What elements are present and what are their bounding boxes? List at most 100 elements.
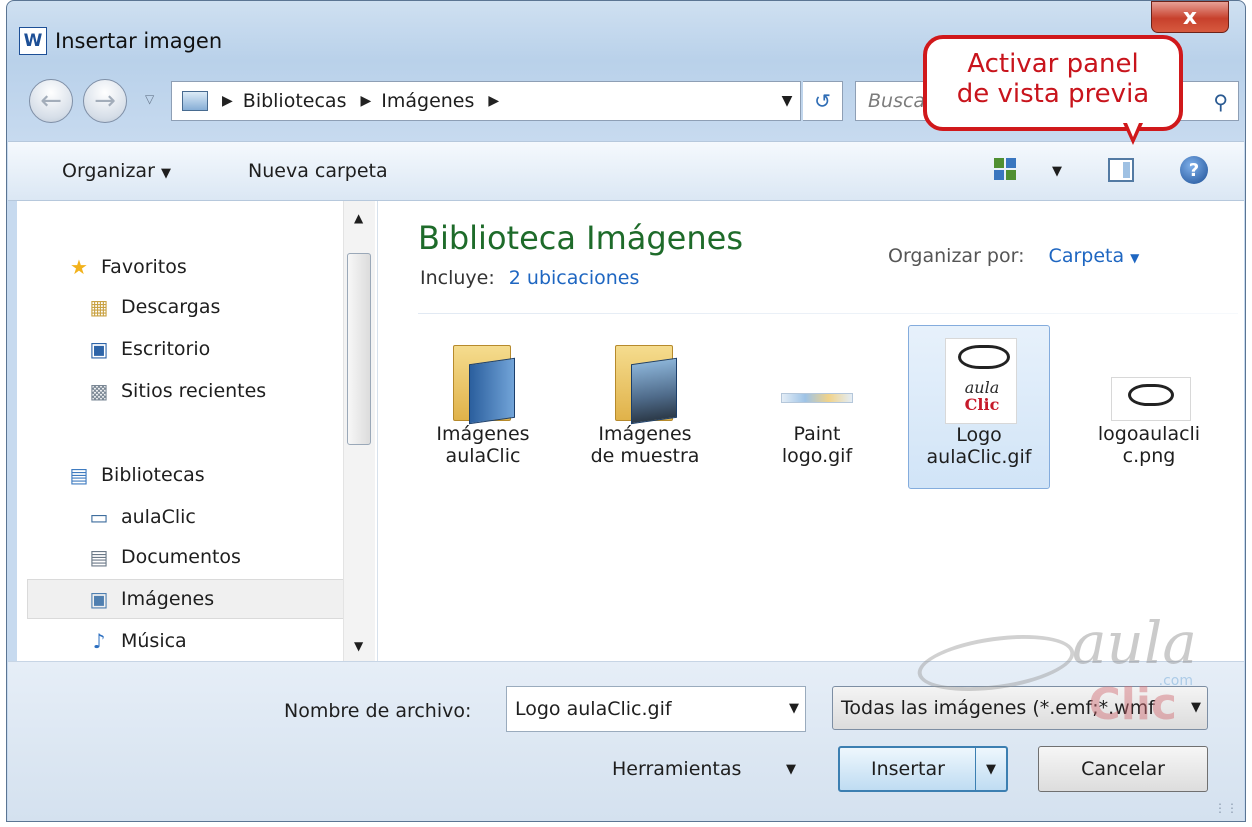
- refresh-button[interactable]: ↺: [803, 81, 843, 121]
- breadcrumb-separator-icon[interactable]: ▶: [360, 93, 371, 109]
- sidebar-item-escritorio[interactable]: ▣ Escritorio: [87, 331, 211, 367]
- sidebar-item-label: Imágenes: [121, 588, 215, 610]
- sidebar-item-imagenes[interactable]: ▣ Imágenes: [87, 581, 215, 617]
- libraries-icon: ▤: [69, 463, 89, 487]
- help-icon[interactable]: ?: [1180, 156, 1208, 184]
- insert-options-dropdown-icon[interactable]: ▼: [975, 748, 1006, 790]
- insert-button[interactable]: Insertar ▼: [838, 746, 1008, 792]
- navigation-scrollbar[interactable]: ▲ ▼: [343, 201, 375, 661]
- close-button[interactable]: x: [1151, 1, 1229, 33]
- file-name-line: aulaClic: [445, 445, 521, 467]
- back-arrow-icon: ←: [40, 86, 62, 116]
- address-dropdown-icon[interactable]: ▼: [771, 81, 803, 121]
- search-icon[interactable]: ⚲: [1213, 90, 1228, 114]
- word-app-icon: W: [19, 27, 47, 55]
- filename-label: Nombre de archivo:: [284, 700, 472, 722]
- breadcrumb-separator-icon[interactable]: ▶: [222, 93, 233, 109]
- file-name-line: aulaClic.gif: [926, 446, 1032, 468]
- chevron-down-icon: ▼: [1130, 251, 1140, 265]
- new-folder-button[interactable]: Nueva carpeta: [248, 160, 388, 182]
- file-name-line: de muestra: [590, 445, 700, 467]
- library-icon: ▭: [89, 505, 109, 529]
- downloads-icon: ▦: [89, 295, 109, 319]
- window-title: Insertar imagen: [55, 29, 223, 53]
- breadcrumb-imagenes[interactable]: Imágenes: [381, 90, 474, 112]
- filename-value: Logo aulaClic.gif: [515, 698, 672, 720]
- recent-pages-dropdown-icon[interactable]: ▽: [145, 92, 154, 106]
- insert-label: Insertar: [871, 758, 945, 780]
- sidebar-item-label: Bibliotecas: [101, 464, 205, 486]
- forward-arrow-icon: →: [94, 86, 116, 116]
- preview-pane-callout: Activar panel de vista previa: [923, 35, 1183, 131]
- documents-icon: ▤: [89, 545, 109, 569]
- scroll-down-icon[interactable]: ▼: [354, 639, 363, 653]
- breadcrumb-bibliotecas[interactable]: Bibliotecas: [243, 90, 347, 112]
- sidebar-item-descargas[interactable]: ▦ Descargas: [87, 289, 221, 325]
- image-thumbnail-icon: [777, 333, 857, 423]
- chevron-down-icon[interactable]: ▼: [1191, 700, 1201, 715]
- music-icon: ♪: [92, 629, 106, 653]
- command-toolbar: Organizar ▼ Nueva carpeta ▼ ?: [8, 141, 1244, 201]
- file-item-logoaulaclic-png[interactable]: logoaulacli c.png: [1078, 325, 1220, 489]
- chevron-down-icon[interactable]: ▼: [786, 762, 796, 777]
- address-bar[interactable]: ▶ Bibliotecas ▶ Imágenes ▶: [171, 81, 801, 121]
- sidebar-item-documentos[interactable]: ▤ Documentos: [87, 539, 241, 575]
- breadcrumb-separator-icon[interactable]: ▶: [488, 93, 499, 109]
- chevron-down-icon[interactable]: ▼: [789, 701, 799, 716]
- file-name-line: c.png: [1122, 445, 1176, 467]
- file-list-pane: Biblioteca Imágenes Incluye: 2 ubicacion…: [378, 201, 1244, 661]
- recent-places-icon: ▩: [89, 379, 109, 403]
- includes-label: Incluye:: [420, 267, 495, 289]
- sidebar-item-label: Escritorio: [121, 338, 211, 360]
- scroll-thumb[interactable]: [347, 253, 371, 445]
- file-item-imagenes-aulaclic[interactable]: Imágenes aulaClic: [412, 325, 554, 489]
- back-button[interactable]: ←: [29, 79, 73, 123]
- forward-button[interactable]: →: [83, 79, 127, 123]
- filetype-select[interactable]: Todas las imágenes (*.emf;*.wmf ▼: [832, 686, 1208, 730]
- aulaclic-logo-thumbnail-icon: aula Clic: [939, 334, 1019, 424]
- file-name-line: logoaulacli: [1097, 423, 1201, 445]
- file-item-paint-logo[interactable]: Paint logo.gif: [746, 325, 888, 489]
- navigation-pane: ★ Favoritos ▦ Descargas ▣ Escritorio ▩ S…: [17, 201, 378, 661]
- file-item-logo-aulaclic[interactable]: aula Clic Logo aulaClic.gif: [908, 325, 1050, 489]
- pictures-icon: ▣: [89, 587, 109, 611]
- sidebar-item-musica[interactable]: ♪ Música: [87, 623, 187, 659]
- organize-menu[interactable]: Organizar ▼: [62, 160, 171, 182]
- sidebar-item-favoritos[interactable]: ★ Favoritos: [67, 249, 187, 285]
- preview-pane-icon[interactable]: [1108, 158, 1134, 182]
- pictures-location-icon: [182, 91, 208, 111]
- library-title: Biblioteca Imágenes: [418, 219, 743, 257]
- aulaclic-logo-thumbnail-icon: [1109, 333, 1191, 423]
- cancel-button[interactable]: Cancelar: [1038, 746, 1208, 792]
- views-icon[interactable]: [994, 158, 1016, 180]
- resize-grip-icon[interactable]: ⋮⋮: [1214, 801, 1238, 815]
- tools-menu[interactable]: Herramientas: [612, 758, 741, 780]
- desktop-icon: ▣: [89, 337, 109, 361]
- insert-image-dialog: W Insertar imagen x ← → ▽ ▶ Bibliotecas …: [6, 0, 1246, 822]
- file-item-imagenes-de-muestra[interactable]: Imágenes de muestra: [574, 325, 716, 489]
- organize-label: Organizar: [62, 160, 155, 182]
- dialog-footer: Nombre de archivo: Logo aulaClic.gif ▼ T…: [8, 661, 1244, 821]
- callout-pointer-inner: [1127, 123, 1139, 137]
- includes-locations-link[interactable]: 2 ubicaciones: [509, 267, 640, 289]
- arrange-by-label: Organizar por:: [888, 245, 1025, 267]
- arrange-by: Organizar por: Carpeta ▼: [888, 245, 1139, 267]
- callout-line: de vista previa: [956, 79, 1150, 109]
- file-name-line: Imágenes: [598, 423, 692, 445]
- sidebar-item-label: aulaClic: [121, 506, 196, 528]
- callout-line: Activar panel: [967, 49, 1139, 79]
- views-dropdown-icon[interactable]: ▼: [1052, 164, 1062, 179]
- sidebar-item-sitios-recientes[interactable]: ▩ Sitios recientes: [87, 373, 267, 409]
- header-divider: [418, 313, 1238, 314]
- star-icon: ★: [70, 255, 88, 279]
- arrange-by-dropdown[interactable]: Carpeta ▼: [1049, 245, 1140, 267]
- file-name-line: Logo: [956, 424, 1002, 446]
- filename-input[interactable]: Logo aulaClic.gif ▼: [506, 686, 806, 732]
- sidebar-item-bibliotecas[interactable]: ▤ Bibliotecas: [67, 457, 205, 493]
- sidebar-item-label: Descargas: [121, 296, 221, 318]
- chevron-down-icon: ▼: [160, 166, 171, 181]
- file-name-line: Paint: [793, 423, 841, 445]
- scroll-up-icon[interactable]: ▲: [354, 211, 363, 225]
- sidebar-item-aulaclic[interactable]: ▭ aulaClic: [87, 499, 196, 535]
- folder-icon: [443, 333, 523, 425]
